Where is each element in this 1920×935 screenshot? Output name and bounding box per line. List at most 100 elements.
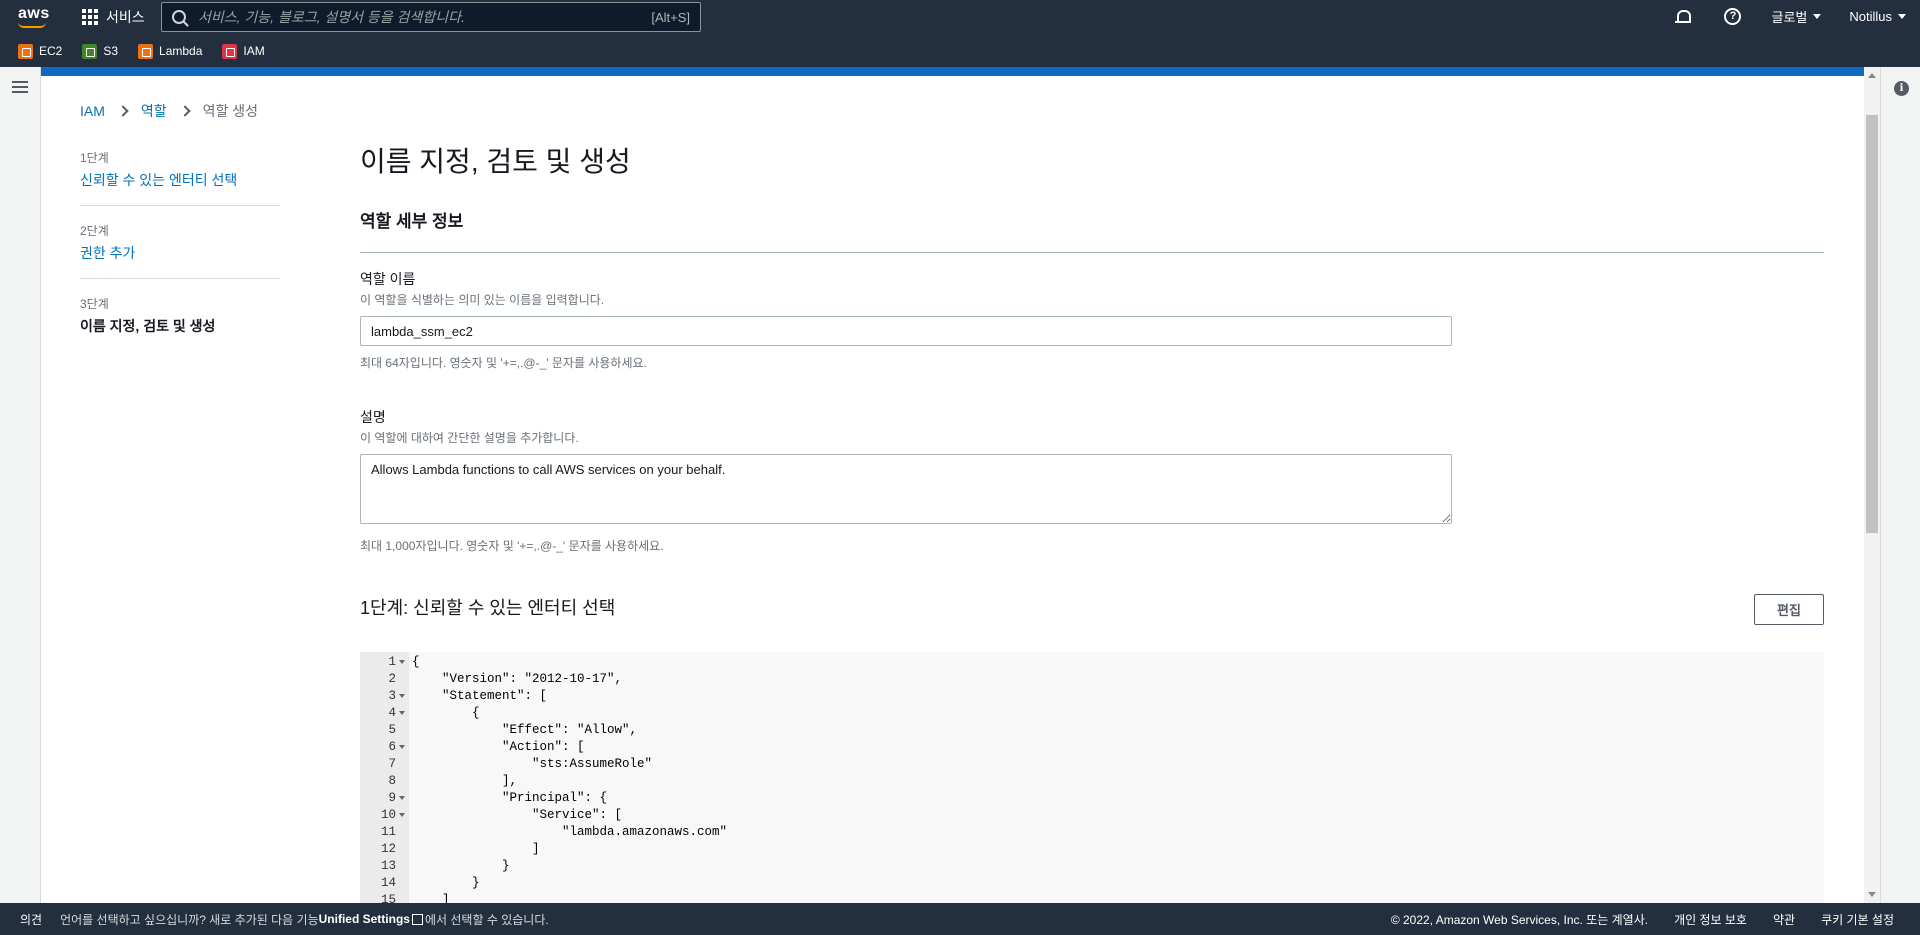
breadcrumb-current: 역할 생성 xyxy=(202,103,259,119)
fold-arrow-icon[interactable] xyxy=(399,745,405,749)
line-number: 3 xyxy=(388,689,396,703)
line-number: 6 xyxy=(388,740,396,754)
line-number: 10 xyxy=(380,808,396,822)
language-message: 언어를 선택하고 싶으십니까? 새로 추가된 다음 기능 xyxy=(60,912,319,927)
breadcrumb: IAM 역할 역할 생성 xyxy=(80,102,258,120)
wizard-step-2: 2단계 권한 추가 xyxy=(80,222,280,279)
chevron-down-icon xyxy=(1813,14,1822,19)
description-description: 이 역할에 대하여 간단한 설명을 추가합니다. xyxy=(360,431,579,445)
favorite-ec2[interactable]: EC2 xyxy=(18,43,63,59)
fold-arrow-icon[interactable] xyxy=(399,694,405,698)
scrollbar-thumb[interactable] xyxy=(1866,115,1878,533)
code-line[interactable]: 1{ xyxy=(360,654,1824,671)
top-navigation: aws 서비스 [Alt+S] ? 글로벌 Notillus xyxy=(0,0,1920,67)
role-name-field: 역할 이름 이 역할을 식별하는 의미 있는 이름을 입력합니다. 최대 64자… xyxy=(360,269,1824,371)
fold-arrow-icon[interactable] xyxy=(399,813,405,817)
search-icon xyxy=(172,10,186,24)
favorite-s3[interactable]: S3 xyxy=(82,43,118,59)
code-line[interactable]: 12 ] xyxy=(360,841,1824,858)
scroll-down-arrow-icon[interactable] xyxy=(1868,892,1876,897)
left-rail xyxy=(0,67,41,903)
aws-logo-smile xyxy=(18,22,46,28)
breadcrumb-roles[interactable]: 역할 xyxy=(141,101,167,121)
fold-arrow-icon[interactable] xyxy=(399,796,405,800)
account-label: Notillus xyxy=(1849,9,1892,24)
code-text: { xyxy=(412,655,420,669)
code-line[interactable]: 13 } xyxy=(360,858,1824,875)
edit-button[interactable]: 편집 xyxy=(1754,594,1824,625)
hamburger-menu-icon[interactable] xyxy=(12,81,28,93)
grid-icon xyxy=(82,9,98,25)
breadcrumb-iam[interactable]: IAM xyxy=(80,103,105,119)
code-line[interactable]: 2 "Version": "2012-10-17", xyxy=(360,671,1824,688)
code-line[interactable]: 10 "Service": [ xyxy=(360,807,1824,824)
favorite-lambda[interactable]: Lambda xyxy=(138,43,203,59)
step-2-link[interactable]: 권한 추가 xyxy=(80,243,280,263)
role-name-description: 이 역할을 식별하는 의미 있는 이름을 입력합니다. xyxy=(360,293,605,307)
code-text: ] xyxy=(412,842,540,856)
scrollbar[interactable] xyxy=(1864,67,1880,903)
code-line[interactable]: 8 ], xyxy=(360,773,1824,790)
account-menu[interactable]: Notillus xyxy=(1849,9,1906,24)
wizard-steps: 1단계 신뢰할 수 있는 엔터티 선택 2단계 권한 추가 3단계 이름 지정,… xyxy=(80,149,280,367)
code-text: "lambda.amazonaws.com" xyxy=(412,825,728,839)
services-label: 서비스 xyxy=(106,9,145,25)
code-text: } xyxy=(412,859,510,873)
line-number: 7 xyxy=(388,757,396,771)
code-line[interactable]: 4 { xyxy=(360,705,1824,722)
role-name-input[interactable] xyxy=(360,316,1452,346)
page-title: 이름 지정, 검토 및 생성 xyxy=(360,146,631,177)
aws-logo[interactable]: aws xyxy=(18,5,50,28)
code-line[interactable]: 6 "Action": [ xyxy=(360,739,1824,756)
step-1-link[interactable]: 신뢰할 수 있는 엔터티 선택 xyxy=(80,170,280,190)
description-hint: 최대 1,000자입니다. 영숫자 및 '+=,.@-_' 문자를 사용하세요. xyxy=(360,539,664,553)
favorites-bar: EC2 S3 Lambda IAM xyxy=(0,41,265,61)
trust-policy-code-editor[interactable]: 1{2 "Version": "2012-10-17", 3 "Statement… xyxy=(360,652,1824,927)
role-name-label: 역할 이름 xyxy=(360,271,416,287)
line-number: 9 xyxy=(388,791,396,805)
fold-arrow-icon[interactable] xyxy=(399,711,405,715)
header-accent-strip xyxy=(41,67,1865,76)
fold-arrow-icon[interactable] xyxy=(399,660,405,664)
code-line[interactable]: 14 } xyxy=(360,875,1824,892)
line-number: 2 xyxy=(388,672,396,686)
favorite-label: Lambda xyxy=(159,44,203,58)
chevron-right-icon xyxy=(178,105,191,117)
code-line[interactable]: 5 "Effect": "Allow", xyxy=(360,722,1824,739)
step-number: 1단계 xyxy=(80,151,109,165)
terms-link[interactable]: 약관 xyxy=(1773,911,1795,928)
step1-header: 1단계: 신뢰할 수 있는 엔터티 선택 편집 xyxy=(360,594,1824,628)
code-text: "Principal": { xyxy=(412,791,608,805)
region-label: 글로벌 xyxy=(1771,10,1808,25)
info-icon[interactable]: i xyxy=(1894,81,1909,96)
unified-settings-link[interactable]: Unified Settings xyxy=(319,912,410,926)
top-bar: aws 서비스 [Alt+S] ? 글로벌 Notillus xyxy=(0,0,1920,33)
search-box[interactable]: [Alt+S] xyxy=(161,2,701,32)
code-line[interactable]: 3 "Statement": [ xyxy=(360,688,1824,705)
code-line[interactable]: 7 "sts:AssumeRole" xyxy=(360,756,1824,773)
favorite-label: EC2 xyxy=(39,44,63,58)
feedback-button[interactable]: 의견 xyxy=(0,911,60,928)
step-number: 3단계 xyxy=(80,297,109,311)
step-3-current: 이름 지정, 검토 및 생성 xyxy=(80,318,216,334)
chevron-right-icon xyxy=(117,105,129,117)
search-input[interactable] xyxy=(198,9,652,25)
scroll-up-arrow-icon[interactable] xyxy=(1868,73,1876,78)
code-text: "Service": [ xyxy=(412,808,623,822)
region-menu[interactable]: 글로벌 xyxy=(1771,7,1822,26)
role-name-hint: 최대 64자입니다. 영숫자 및 '+=,.@-_' 문자를 사용하세요. xyxy=(360,356,647,370)
step-number: 2단계 xyxy=(80,224,109,238)
services-menu-button[interactable]: 서비스 xyxy=(82,6,145,28)
code-line[interactable]: 9 "Principal": { xyxy=(360,790,1824,807)
line-number: 13 xyxy=(380,859,396,873)
cookie-preferences-link[interactable]: 쿠키 기본 설정 xyxy=(1821,911,1894,928)
help-icon[interactable]: ? xyxy=(1724,8,1742,25)
code-line[interactable]: 11 "lambda.amazonaws.com" xyxy=(360,824,1824,841)
wizard-step-3: 3단계 이름 지정, 검토 및 생성 xyxy=(80,295,280,351)
favorite-iam[interactable]: IAM xyxy=(222,43,265,59)
privacy-link[interactable]: 개인 정보 보호 xyxy=(1674,911,1747,928)
description-textarea[interactable]: Allows Lambda functions to call AWS serv… xyxy=(360,454,1452,524)
code-text: "Action": [ xyxy=(412,740,585,754)
bell-icon[interactable] xyxy=(1674,8,1692,26)
line-number: 5 xyxy=(388,723,396,737)
